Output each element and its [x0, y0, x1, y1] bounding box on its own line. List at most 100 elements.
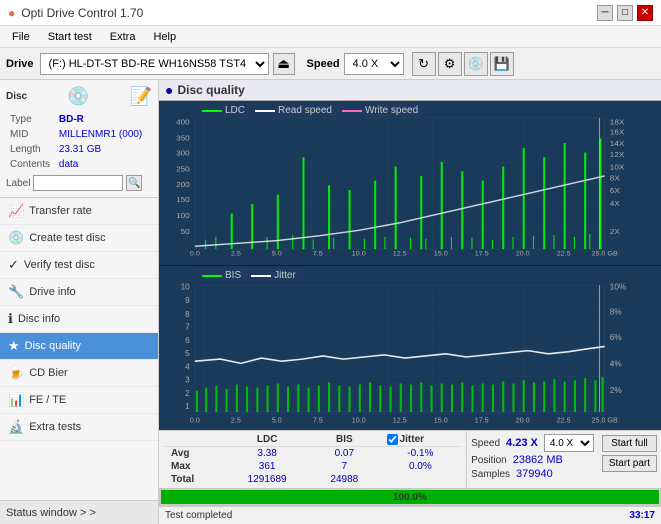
menu-extra[interactable]: Extra: [102, 29, 144, 45]
sidebar-item-transfer-rate[interactable]: 📈 Transfer rate: [0, 198, 158, 225]
position-row: Position 23862 MB: [471, 454, 594, 466]
progress-fill: 100.0%: [161, 490, 659, 504]
sidebar-item-verify-test-disc[interactable]: ✓ Verify test disc: [0, 252, 158, 279]
svg-text:100: 100: [176, 211, 190, 220]
chart-header: ● Disc quality: [159, 80, 661, 101]
avg-label: Avg: [163, 447, 224, 461]
start-part-button[interactable]: Start part: [602, 455, 657, 472]
jitter-checkbox[interactable]: [387, 434, 398, 445]
sidebar-item-cd-bier[interactable]: 🍺 CD Bier: [0, 360, 158, 387]
titlebar: ● Opti Drive Control 1.70 ─ □ ✕: [0, 0, 661, 26]
type-label: Type: [8, 113, 55, 126]
stats-total-row: Total 1291689 24988: [163, 473, 462, 486]
cd-bier-icon: 🍺: [8, 365, 24, 381]
progress-track: 100.0%: [161, 490, 659, 504]
total-bis: 24988: [310, 473, 378, 486]
stats-max-row: Max 361 7 0.0%: [163, 460, 462, 473]
svg-text:0.0: 0.0: [190, 415, 200, 424]
status-window[interactable]: Status window > >: [0, 500, 158, 524]
ldc-legend-color: [202, 110, 222, 112]
max-jitter: 0.0%: [379, 460, 463, 473]
maximize-button[interactable]: □: [617, 5, 633, 21]
stats-right-panel: Speed 4.23 X 4.0 X 2.0 X 8.0 X Position …: [466, 431, 598, 488]
speed-label: Speed: [307, 58, 340, 70]
nav-items: 📈 Transfer rate 💿 Create test disc ✓ Ver…: [0, 198, 158, 500]
top-legend: LDC Read speed Write speed: [194, 103, 426, 118]
minimize-button[interactable]: ─: [597, 5, 613, 21]
svg-text:20.0: 20.0: [516, 415, 530, 424]
chart-header-icon: ●: [165, 82, 173, 98]
top-chart-svg: 400 350 300 250 200 150 100 50 18X 16X 1…: [159, 101, 661, 265]
sidebar-item-create-test-disc[interactable]: 💿 Create test disc: [0, 225, 158, 252]
disc-icon-button[interactable]: 💿: [464, 52, 488, 76]
contents-label: Contents: [8, 158, 55, 171]
stats-avg-row: Avg 3.38 0.07 -0.1%: [163, 447, 462, 461]
label-input[interactable]: [33, 175, 123, 191]
svg-text:6: 6: [185, 335, 190, 345]
menubar: File Start test Extra Help: [0, 26, 661, 48]
extra-tests-icon: 🔬: [8, 419, 24, 435]
titlebar-left: ● Opti Drive Control 1.70: [8, 6, 143, 20]
drive-label: Drive: [6, 58, 34, 70]
svg-text:17.5: 17.5: [475, 251, 489, 258]
stats-panel: LDC BIS Jitter Avg 3.38: [159, 430, 661, 488]
sidebar-item-extra-tests[interactable]: 🔬 Extra tests: [0, 414, 158, 441]
create-test-disc-label: Create test disc: [29, 232, 150, 244]
svg-text:7.5: 7.5: [313, 251, 323, 258]
menu-start-test[interactable]: Start test: [40, 29, 100, 45]
verify-test-disc-icon: ✓: [8, 257, 19, 273]
speed-label: Speed: [471, 438, 500, 449]
drive-info-label: Drive info: [29, 286, 150, 298]
contents-value: data: [57, 158, 150, 171]
stats-col-empty: [163, 433, 224, 447]
status-time: 33:17: [629, 510, 655, 521]
svg-text:25.0 GB: 25.0 GB: [592, 415, 618, 424]
svg-text:7.5: 7.5: [313, 415, 323, 424]
disc-quality-label: Disc quality: [25, 340, 150, 352]
svg-text:8%: 8%: [610, 307, 622, 317]
status-window-label: Status window > >: [6, 507, 96, 519]
label-edit-button[interactable]: 🔍: [126, 175, 142, 191]
disc-panel: Disc 💿 📝 Type BD-R MID MILLENMR1 (000) L…: [0, 80, 158, 198]
disc-label-row: Label 🔍: [6, 175, 152, 191]
samples-value: 379940: [516, 468, 553, 480]
settings-button[interactable]: ⚙: [438, 52, 462, 76]
svg-text:2.5: 2.5: [231, 251, 241, 258]
sidebar-item-fe-te[interactable]: 📊 FE / TE: [0, 387, 158, 414]
cd-bier-label: CD Bier: [29, 367, 150, 379]
sidebar-item-disc-quality[interactable]: ★ Disc quality: [0, 333, 158, 360]
jitter-legend-color: [251, 275, 271, 277]
refresh-button[interactable]: ↻: [412, 52, 436, 76]
extra-tests-label: Extra tests: [29, 421, 150, 433]
start-full-button[interactable]: Start full: [602, 435, 657, 452]
avg-ldc: 3.38: [224, 447, 310, 461]
save-button[interactable]: 💾: [490, 52, 514, 76]
svg-text:2%: 2%: [610, 385, 622, 395]
svg-text:6X: 6X: [610, 186, 621, 195]
eject-button[interactable]: ⏏: [273, 53, 295, 75]
speed-select[interactable]: 4.0 X 2.0 X 8.0 X: [344, 53, 404, 75]
menu-help[interactable]: Help: [145, 29, 184, 45]
svg-text:5: 5: [185, 348, 190, 358]
speed-select-stats[interactable]: 4.0 X 2.0 X 8.0 X: [544, 434, 594, 452]
sidebar-item-drive-info[interactable]: 🔧 Drive info: [0, 279, 158, 306]
bottom-legend: BIS Jitter: [194, 268, 304, 283]
svg-text:4: 4: [185, 362, 190, 372]
transfer-rate-icon: 📈: [8, 203, 24, 219]
speed-row: Speed 4.23 X 4.0 X 2.0 X 8.0 X: [471, 434, 594, 452]
ldc-legend-item: LDC: [202, 105, 245, 116]
action-buttons: Start full Start part: [598, 431, 661, 488]
svg-text:10: 10: [181, 281, 190, 291]
disc-icon2: 📝: [130, 86, 152, 107]
close-button[interactable]: ✕: [637, 5, 653, 21]
length-label: Length: [8, 143, 55, 156]
bottom-chart-svg: 10 9 8 7 6 5 4 3 2 1 10% 8% 6% 4% 2%: [159, 266, 661, 430]
svg-text:10X: 10X: [610, 163, 625, 172]
sidebar-item-disc-info[interactable]: ℹ Disc info: [0, 306, 158, 333]
bottom-chart: BIS Jitter 10: [159, 266, 661, 430]
svg-text:22.5: 22.5: [557, 415, 571, 424]
menu-file[interactable]: File: [4, 29, 38, 45]
svg-text:2.5: 2.5: [231, 415, 241, 424]
svg-text:18X: 18X: [610, 118, 625, 127]
drive-select[interactable]: (F:) HL-DT-ST BD-RE WH16NS58 TST4: [40, 53, 269, 75]
